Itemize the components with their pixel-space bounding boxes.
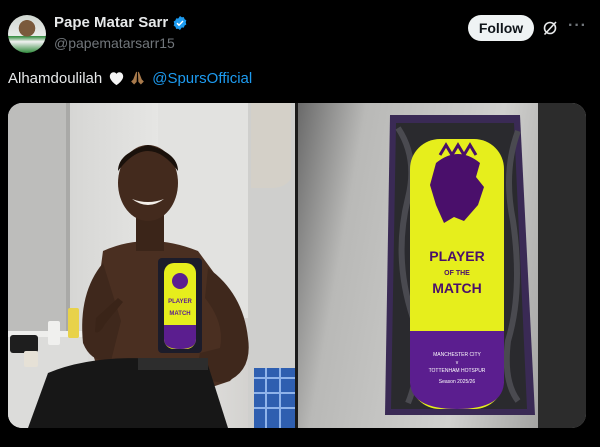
mention-link[interactable]: @SpursOfficial: [152, 70, 252, 87]
trophy-fixture-line1: MANCHESTER CITY: [433, 352, 481, 358]
more-options-icon[interactable]: ···: [568, 17, 587, 35]
trophy-title-line2: OF THE: [444, 270, 470, 277]
trophy-title-line1: PLAYER: [429, 248, 485, 264]
verified-badge-icon: [173, 15, 187, 30]
grok-icon[interactable]: [542, 20, 558, 36]
follow-button[interactable]: Follow: [468, 15, 534, 41]
mini-trophy-line1: PLAYER: [168, 299, 192, 305]
photo-trophy-closeup[interactable]: PLAYER OF THE MATCH MANCHESTER CITY v TO…: [298, 103, 586, 428]
tweet-text: Alhamdoulilah @SpursOfficial: [8, 70, 252, 87]
author-name[interactable]: Pape Matar Sarr: [54, 14, 168, 31]
trophy-fixture-line3: TOTTENHAM HOTSPUR: [429, 368, 486, 374]
white-heart-icon: [110, 72, 124, 86]
photo-player-with-trophy[interactable]: PLAYER MATCH: [8, 103, 295, 428]
player-photo-illustration: PLAYER MATCH: [8, 103, 295, 428]
author-handle[interactable]: @papematarsarr15: [54, 35, 175, 51]
tweet-body-text: Alhamdoulilah: [8, 70, 103, 87]
media-grid[interactable]: PLAYER MATCH PLAYER OF THE MATCH MANCHES…: [8, 103, 586, 428]
trophy-title-line3: MATCH: [432, 280, 482, 296]
trophy-season: Season 2025/26: [439, 379, 476, 385]
folded-hands-icon: [131, 71, 145, 85]
mini-trophy-line2: MATCH: [169, 311, 190, 317]
avatar[interactable]: [8, 15, 46, 53]
tweet-header: Pape Matar Sarr @papematarsarr15 Follow …: [0, 0, 600, 64]
author-name-row[interactable]: Pape Matar Sarr: [54, 14, 188, 31]
trophy-photo-illustration: PLAYER OF THE MATCH MANCHESTER CITY v TO…: [385, 103, 586, 428]
